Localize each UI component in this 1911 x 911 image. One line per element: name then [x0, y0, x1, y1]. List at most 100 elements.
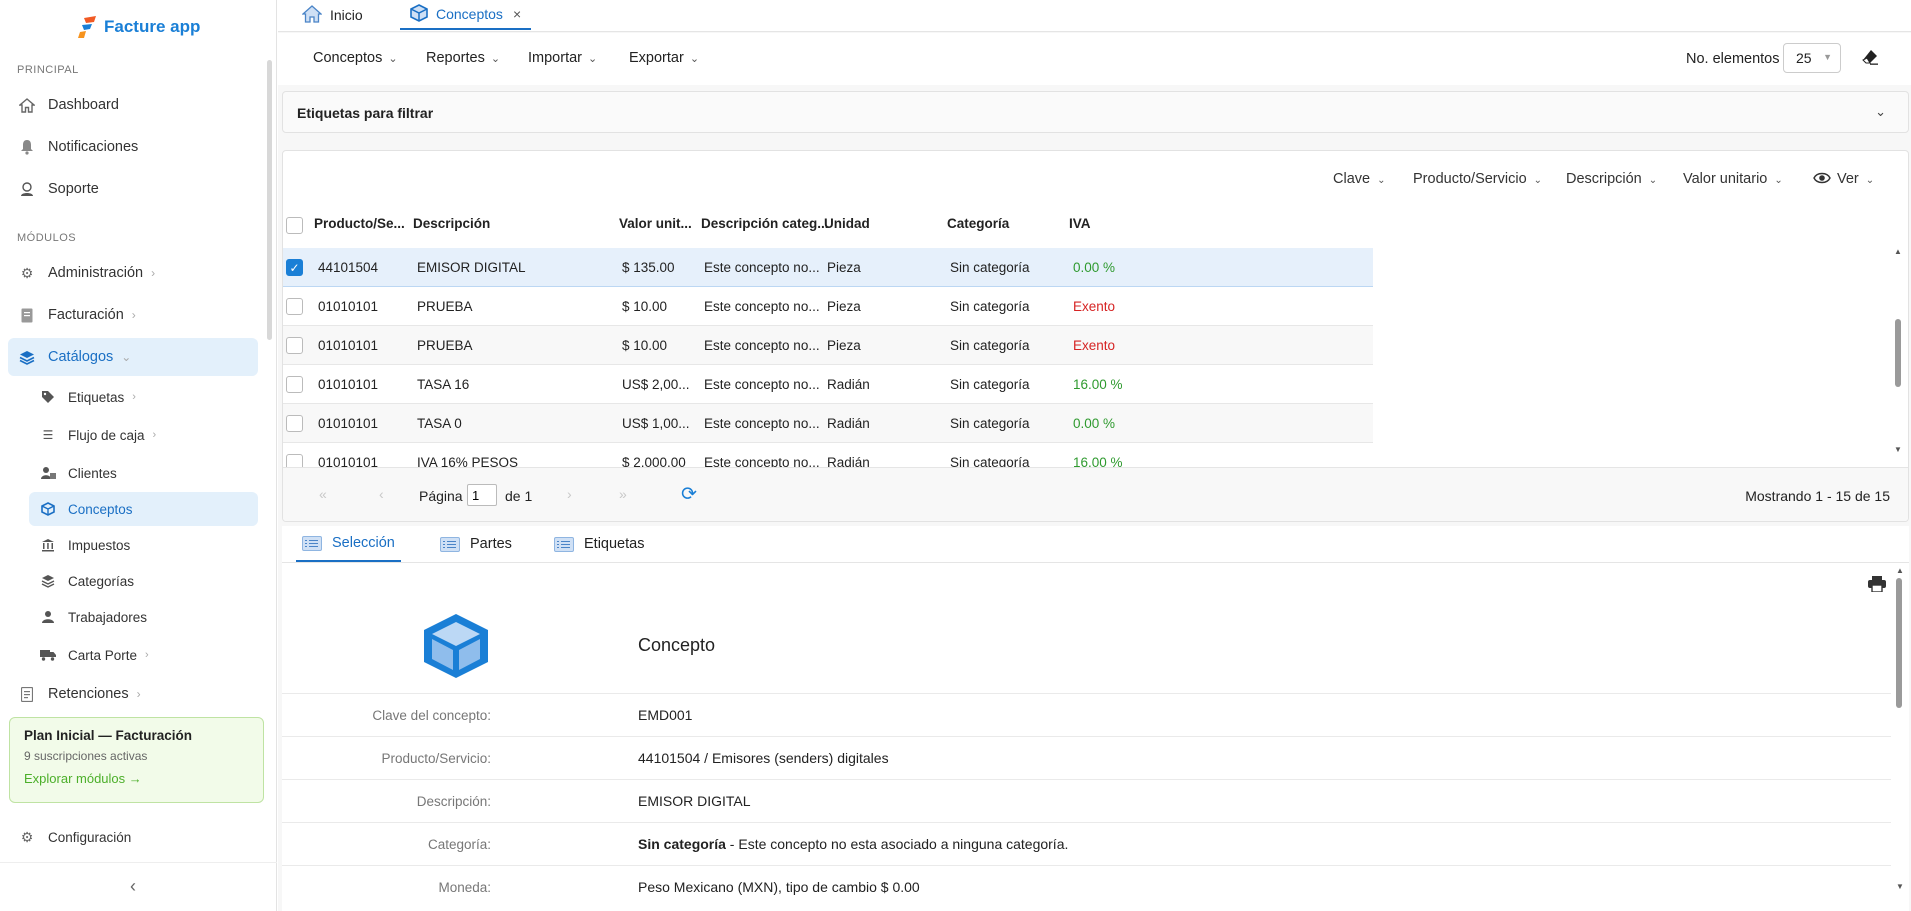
close-tab-icon[interactable]: ×: [513, 6, 521, 22]
detail-row: Moneda: Peso Mexicano (MXN), tipo de cam…: [282, 865, 1891, 908]
scroll-up-icon[interactable]: ▲: [1894, 247, 1902, 256]
chevron-down-icon: ⌄: [1377, 175, 1386, 186]
detail-scrollbar[interactable]: [1896, 578, 1902, 708]
table-row[interactable]: 01010101 PRUEBA $ 10.00 Este concepto no…: [283, 287, 1373, 326]
eraser-icon[interactable]: [1861, 48, 1879, 66]
refresh-icon[interactable]: ⟳: [681, 483, 697, 506]
header-valor[interactable]: Valor unit...: [619, 216, 692, 231]
explore-modules-link[interactable]: Explorar módulos →: [24, 771, 249, 786]
detail-row: Descripción: EMISOR DIGITAL: [282, 779, 1891, 822]
cube-icon: [410, 3, 428, 25]
page-size-label: No. elementos: [1686, 51, 1780, 67]
row-checkbox[interactable]: [286, 337, 303, 354]
sidebar-item-etiquetas[interactable]: Etiquetas ›: [29, 380, 258, 414]
chevron-down-icon: ⌄: [1533, 175, 1543, 186]
page-size-select[interactable]: 25 ▼: [1783, 43, 1841, 73]
sidebar-item-categorias[interactable]: Categorías: [29, 564, 258, 598]
sidebar-item-conceptos[interactable]: Conceptos: [29, 492, 258, 526]
header-categoria[interactable]: Categoría: [947, 216, 1009, 231]
tab-conceptos[interactable]: Conceptos ×: [400, 0, 532, 30]
sidebar-scrollbar[interactable]: [267, 60, 272, 340]
column-selector-valor[interactable]: Valor unitario ⌄: [1683, 171, 1783, 187]
chevron-down-icon[interactable]: ⌄: [1875, 104, 1886, 120]
print-icon[interactable]: [1868, 576, 1886, 593]
menu-conceptos[interactable]: Conceptos ⌄: [313, 50, 398, 66]
grid-scroll-thumb[interactable]: [1895, 319, 1901, 387]
chevron-down-icon: ⌄: [588, 53, 598, 65]
chevron-down-icon: ⌄: [490, 53, 501, 65]
sidebar-item-administracion[interactable]: ⚙ Administración ›: [8, 254, 258, 292]
row-checkbox[interactable]: [286, 376, 303, 393]
sidebar-item-dashboard[interactable]: Dashboard: [8, 86, 258, 124]
tab-inicio[interactable]: Inicio: [292, 0, 373, 30]
records-count: Mostrando 1 - 15 de 15: [1745, 488, 1890, 504]
sidebar-item-impuestos[interactable]: Impuestos: [29, 528, 258, 562]
list-icon: [302, 535, 322, 551]
column-selector-descripcion[interactable]: Descripción ⌄: [1566, 171, 1657, 187]
support-icon: [18, 180, 36, 198]
list-icon: [440, 536, 460, 552]
eye-icon: [1813, 171, 1837, 187]
gears-icon: ⚙: [20, 264, 34, 281]
column-selector-ver[interactable]: Ver ⌄: [1813, 171, 1874, 187]
chevron-right-icon: ›: [131, 308, 136, 322]
detail-row: Producto/Servicio: 44101504 / Emisores (…: [282, 736, 1891, 779]
table-row[interactable]: 01010101 TASA 0 US$ 1,00... Este concept…: [283, 404, 1373, 443]
tab-partes[interactable]: Partes: [434, 526, 518, 562]
row-checkbox[interactable]: [286, 298, 303, 315]
table-row[interactable]: 01010101 PRUEBA $ 10.00 Este concepto no…: [283, 326, 1373, 365]
tab-etiquetas[interactable]: Etiquetas: [548, 526, 650, 562]
chevron-down-icon: ⌄: [689, 53, 700, 65]
sidebar-item-retenciones[interactable]: Retenciones ›: [8, 675, 258, 713]
header-descripcion[interactable]: Descripción: [413, 216, 490, 231]
app-logo[interactable]: Facture app: [78, 16, 200, 38]
sidebar-item-configuracion[interactable]: ⚙ Configuración: [8, 818, 258, 856]
prev-page-icon[interactable]: ‹: [379, 486, 384, 502]
sidebar-item-flujo-de-caja[interactable]: ☰ Flujo de caja ›: [29, 418, 258, 452]
scroll-down-icon[interactable]: ▼: [1896, 882, 1904, 891]
select-all-checkbox[interactable]: [286, 217, 303, 234]
tab-bar: Inicio Conceptos ×: [278, 0, 1911, 32]
page-input[interactable]: [467, 484, 497, 506]
filter-panel[interactable]: Etiquetas para filtrar ⌄: [282, 91, 1909, 133]
collapse-sidebar-icon[interactable]: ‹: [130, 876, 136, 897]
sidebar-item-trabajadores[interactable]: Trabajadores: [29, 600, 258, 634]
scroll-down-icon[interactable]: ▼: [1894, 445, 1902, 454]
first-page-icon[interactable]: «: [319, 486, 327, 502]
main-area: Inicio Conceptos × Conceptos ⌄ Reportes ⌄ …: [278, 0, 1911, 911]
table-row[interactable]: 01010101 TASA 16 US$ 2,00... Este concep…: [283, 365, 1373, 404]
sidebar-item-facturacion[interactable]: Facturación ›: [8, 296, 258, 334]
menu-importar[interactable]: Importar ⌄: [528, 50, 597, 66]
menu-exportar[interactable]: Exportar ⌄: [629, 50, 699, 66]
scroll-up-icon[interactable]: ▲: [1896, 566, 1904, 575]
chevron-down-icon: ⌄: [1865, 175, 1875, 186]
grid-scrollbar[interactable]: ▲ ▼: [1894, 247, 1902, 454]
header-unidad[interactable]: Unidad: [824, 216, 870, 231]
tab-seleccion[interactable]: Selección: [296, 526, 401, 562]
sidebar-item-carta-porte[interactable]: Carta Porte ›: [29, 638, 258, 672]
column-selector-clave[interactable]: Clave ⌄: [1333, 171, 1385, 187]
invoice-icon: [18, 306, 36, 324]
sidebar-item-soporte[interactable]: Soporte: [8, 170, 258, 208]
page-of-label: de 1: [505, 488, 533, 504]
next-page-icon[interactable]: ›: [567, 486, 572, 502]
truck-icon: [40, 647, 56, 663]
sidebar-item-catalogos[interactable]: Catálogos ⌄: [8, 338, 258, 376]
bank-icon: [40, 537, 56, 553]
home-icon: [301, 4, 323, 26]
header-iva[interactable]: IVA: [1069, 216, 1091, 231]
row-checkbox[interactable]: ✓: [286, 259, 303, 276]
header-producto[interactable]: Producto/Se...: [314, 216, 405, 231]
last-page-icon[interactable]: »: [619, 486, 627, 502]
sidebar-item-notificaciones[interactable]: Notificaciones: [8, 128, 258, 166]
chevron-right-icon: ›: [145, 649, 149, 661]
sidebar-item-clientes[interactable]: Clientes: [29, 456, 258, 490]
detail-row: Categoría: Sin categoría - Este concepto…: [282, 822, 1891, 865]
row-checkbox[interactable]: [286, 415, 303, 432]
user-icon: [40, 609, 56, 625]
table-row[interactable]: ✓ 44101504 EMISOR DIGITAL $ 135.00 Este …: [283, 248, 1373, 287]
column-selector-producto[interactable]: Producto/Servicio ⌄: [1413, 171, 1542, 187]
gears-icon: ⚙: [20, 828, 34, 845]
header-desc-categoria[interactable]: Descripción categ...: [701, 216, 829, 231]
menu-reportes[interactable]: Reportes ⌄: [426, 50, 500, 66]
